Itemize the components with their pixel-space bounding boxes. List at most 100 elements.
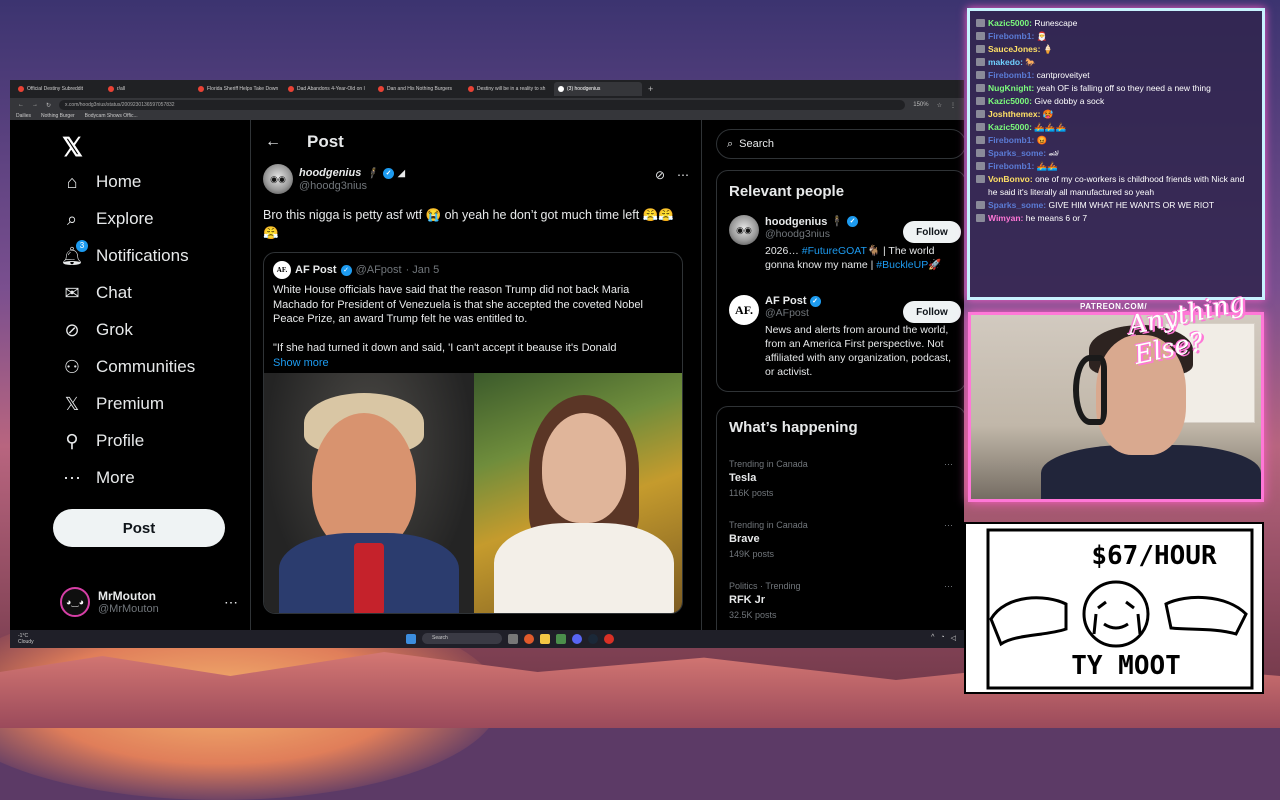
person-bio: News and alerts from around the world, f… bbox=[765, 324, 952, 378]
chat-username[interactable]: NugKnight: bbox=[988, 83, 1034, 93]
sidebar-item-communities[interactable]: ⚇ Communities bbox=[62, 357, 195, 377]
system-tray: ^ ◔ ◁ bbox=[931, 634, 956, 642]
follow-button[interactable]: Follow bbox=[903, 221, 961, 243]
browser-tab[interactable]: Dad Abandons 4-Year-Old on I bbox=[284, 82, 372, 96]
volume-icon[interactable]: ◁ bbox=[951, 634, 956, 642]
follow-button[interactable]: Follow bbox=[903, 301, 961, 323]
chat-username[interactable]: Firebomb1: bbox=[988, 135, 1034, 145]
star-icon[interactable]: ☆ bbox=[937, 102, 942, 109]
author-emoji: 🕴 bbox=[830, 216, 845, 228]
sidebar-item-premium[interactable]: 𝕏 Premium bbox=[62, 394, 164, 414]
chat-text: GIVE HIM WHAT HE WANTS OR WE RIOT bbox=[1048, 200, 1215, 210]
more-icon[interactable]: ⋯ bbox=[944, 520, 953, 531]
page-title: Post bbox=[307, 132, 344, 151]
task-view-icon[interactable] bbox=[508, 633, 518, 644]
x-logo-icon[interactable]: 𝕏 bbox=[62, 132, 83, 163]
chat-list: Kazic5000: Runescape Firebomb1: 🎅 SauceJon… bbox=[976, 17, 1256, 225]
url-field[interactable]: x.com/hoodg3nius/status/2009230136597057… bbox=[59, 100, 906, 110]
folder-icon[interactable] bbox=[540, 633, 550, 644]
chat-username[interactable]: SauceJones: bbox=[988, 44, 1040, 54]
browser-tab[interactable]: r/all bbox=[104, 82, 192, 96]
chat-username[interactable]: Kazic5000: bbox=[988, 122, 1032, 132]
quote-handle: @AFpost bbox=[355, 264, 402, 276]
forward-arrow-icon[interactable]: → bbox=[32, 102, 38, 108]
avatar: AF. bbox=[729, 295, 759, 325]
chevron-up-icon[interactable]: ^ bbox=[931, 634, 934, 642]
chat-username[interactable]: Firebomb1: bbox=[988, 31, 1034, 41]
home-icon: ⌂ bbox=[66, 171, 78, 192]
reload-icon[interactable]: ↻ bbox=[46, 102, 51, 109]
chat-username[interactable]: Wimyan: bbox=[988, 213, 1023, 223]
chat-username[interactable]: VonBonvo: bbox=[988, 174, 1033, 184]
browser-tab[interactable]: Dan and His Nothing Burgers bbox=[374, 82, 462, 96]
sidebar-item-explore[interactable]: ⌕ Explore bbox=[62, 209, 154, 229]
chat-username[interactable]: Joshthemex: bbox=[988, 109, 1040, 119]
trend-item[interactable]: Trending in Canada Brave 149K posts ⋯ bbox=[729, 520, 953, 559]
more-icon[interactable]: ⋯ bbox=[944, 459, 953, 470]
menu-icon[interactable]: ⋮ bbox=[950, 102, 956, 109]
wifi-icon[interactable]: ◔ bbox=[940, 634, 944, 642]
search-input[interactable]: ⌕ Search bbox=[716, 129, 964, 159]
back-arrow-icon[interactable]: ← bbox=[18, 102, 24, 108]
chat-message: Kazic5000: 🚣🏽🚣🏽🚣🏽 bbox=[976, 121, 1256, 134]
hashtag-link[interactable]: #BuckleUP bbox=[876, 259, 928, 271]
author-handle: @hoodg3nius bbox=[299, 179, 368, 192]
sidebar-item-profile[interactable]: ⚲ Profile bbox=[62, 431, 144, 451]
post-author[interactable]: ◉◉ hoodgenius 🕴 ✓ ◢ @hoodg3nius bbox=[263, 164, 405, 194]
person-bio: 2026… #FutureGOAT🐐 | The world gonna kno… bbox=[765, 245, 942, 271]
new-tab-icon[interactable]: + bbox=[648, 84, 653, 94]
back-arrow-icon[interactable]: ← bbox=[265, 133, 281, 151]
trend-item[interactable]: Politics · Trending RFK Jr 32.5K posts ⋯ bbox=[729, 581, 953, 620]
chat-badge-icon bbox=[976, 149, 985, 157]
steam-icon[interactable] bbox=[588, 633, 598, 644]
bookmark-item[interactable]: Bodycam Shows Offic... bbox=[85, 113, 138, 119]
browser-tab[interactable]: Official Destiny Subreddit bbox=[14, 82, 102, 96]
windows-start-icon[interactable] bbox=[406, 633, 416, 644]
taskbar-search[interactable]: Search bbox=[422, 633, 502, 644]
sign-bottom-text: TY MOOT bbox=[1071, 651, 1181, 681]
grok-icon[interactable]: ⊘ bbox=[655, 168, 665, 182]
trend-item[interactable]: Trending in Canada Tesla 116K posts ⋯ bbox=[729, 459, 953, 498]
show-more-link[interactable]: Show more bbox=[273, 357, 329, 369]
hashtag-link[interactable]: #FutureGOAT bbox=[802, 245, 867, 257]
chat-username[interactable]: makedo: bbox=[988, 57, 1023, 67]
browser-window: Official Destiny Subreddit r/all Florida… bbox=[10, 80, 964, 648]
quote-images[interactable] bbox=[264, 373, 682, 613]
avatar: ◉◉ bbox=[729, 215, 759, 245]
post-button[interactable]: Post bbox=[53, 509, 225, 547]
chrome-icon[interactable] bbox=[604, 633, 614, 644]
more-icon[interactable]: ⋯ bbox=[944, 581, 953, 592]
sidebar-item-more[interactable]: ⋯ More bbox=[62, 468, 135, 488]
chat-username[interactable]: Firebomb1: bbox=[988, 161, 1034, 171]
chat-username[interactable]: Firebomb1: bbox=[988, 70, 1034, 80]
sidebar-item-notifications[interactable]: 🔔︎ 3 Notifications bbox=[61, 240, 189, 266]
more-icon[interactable]: ⋯ bbox=[677, 168, 689, 182]
sidebar-item-chat[interactable]: ✉ Chat bbox=[62, 283, 131, 303]
sidebar-item-home[interactable]: ⌂ Home bbox=[62, 171, 142, 192]
quoted-post[interactable]: AF. AF Post ✓ @AFpost · Jan 5 White Hous… bbox=[263, 252, 683, 614]
chat-username[interactable]: Sparks_some: bbox=[988, 200, 1046, 210]
discord-icon[interactable] bbox=[572, 633, 582, 644]
chat-text: yeah OF is falling off so they need a ne… bbox=[1036, 83, 1211, 93]
browser-tab[interactable]: Destiny will be in a reality to sh bbox=[464, 82, 552, 96]
browser-tab-active[interactable]: (3) hoodgenius bbox=[554, 82, 642, 96]
chat-text: Give dobby a sock bbox=[1034, 96, 1105, 106]
chat-username[interactable]: Kazic5000: bbox=[988, 18, 1032, 28]
tab-favicon-icon bbox=[288, 86, 294, 92]
app-icon[interactable] bbox=[556, 633, 566, 644]
search-icon: ⌕ bbox=[727, 137, 734, 150]
browser-tab[interactable]: Florida Sheriff Helps Take Down bbox=[194, 82, 282, 96]
chat-username[interactable]: Kazic5000: bbox=[988, 96, 1032, 106]
account-switcher[interactable]: ◕‿◕ MrMouton @MrMouton ⋯ bbox=[60, 580, 250, 624]
firefox-icon[interactable] bbox=[524, 633, 534, 644]
bookmark-item[interactable]: Dailies bbox=[16, 113, 31, 119]
chat-text: 🍦 bbox=[1042, 44, 1054, 54]
chat-username[interactable]: Sparks_some: bbox=[988, 148, 1046, 158]
weather-widget[interactable]: -1°C Cloudy bbox=[18, 633, 34, 645]
post-header: ← Post bbox=[251, 120, 701, 164]
sidebar-item-grok[interactable]: ⊘ Grok bbox=[62, 320, 132, 340]
more-icon[interactable]: ⋯ bbox=[224, 594, 238, 611]
bookmark-item[interactable]: Nothing Burger bbox=[41, 113, 75, 119]
avatar: ◕‿◕ bbox=[60, 587, 90, 617]
zoom-level[interactable]: 150% bbox=[913, 102, 928, 108]
